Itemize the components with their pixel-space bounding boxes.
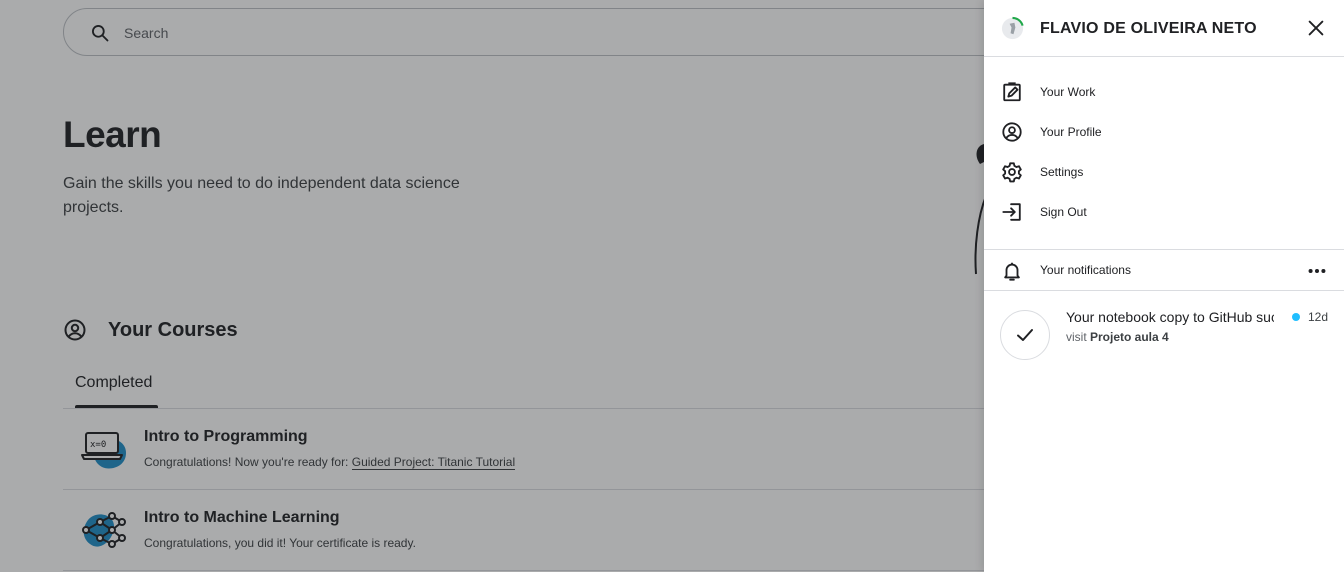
user-menu-drawer: FLAVIO DE OLIVEIRA NETO Your Work Your P… [984,0,1344,572]
person-circle-icon [1002,122,1022,142]
menu-item-sign-out[interactable]: Sign Out [984,192,1344,232]
menu-item-label: Your Profile [1040,125,1102,139]
user-name: FLAVIO DE OLIVEIRA NETO [1040,20,1257,37]
notification-detail-link[interactable]: Projeto aula 4 [1090,330,1169,344]
close-icon[interactable] [1305,17,1327,39]
menu-item-settings[interactable]: Settings [984,152,1344,192]
menu-item-your-work[interactable]: Your Work [984,72,1344,112]
edit-note-icon [1003,82,1021,102]
notification-item[interactable]: Your notebook copy to GitHub succeeded v… [984,291,1344,371]
menu-item-label: Settings [1040,165,1084,179]
notification-detail: visit Projeto aula 4 [1066,330,1169,344]
unread-dot [1292,313,1300,321]
menu-item-your-profile[interactable]: Your Profile [984,112,1344,152]
more-horizontal-icon[interactable] [1306,260,1328,282]
gear-icon [1002,162,1022,183]
bell-icon [1004,262,1020,281]
check-icon [1017,329,1033,341]
avatar[interactable] [1000,16,1025,41]
menu-item-label: Sign Out [1040,205,1087,219]
menu-item-label: Your Work [1040,85,1096,99]
drawer-header: FLAVIO DE OLIVEIRA NETO [984,0,1344,57]
notification-age: 12d [1308,310,1329,324]
notification-title: Your notebook copy to GitHub succeeded [1066,309,1274,325]
notification-status-circle [1000,310,1050,360]
notifications-title: Your notifications [1040,263,1131,277]
notifications-header: Your notifications [984,250,1344,291]
sign-out-icon [1002,203,1021,221]
notification-detail-prefix: visit [1066,330,1090,344]
